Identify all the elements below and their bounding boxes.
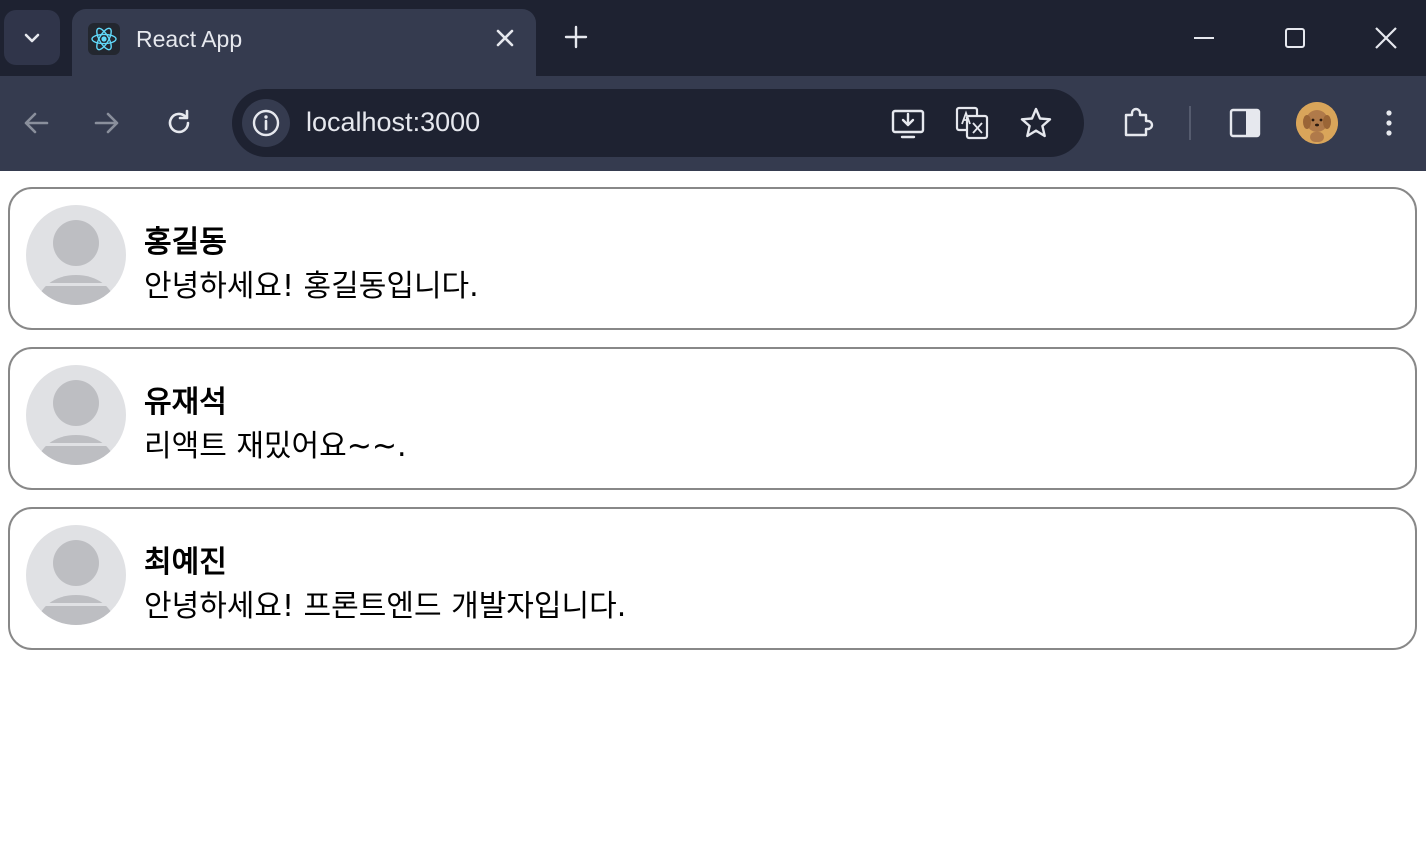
install-app-button[interactable]: [888, 103, 928, 143]
bookmark-button[interactable]: [1016, 103, 1056, 143]
star-icon: [1020, 107, 1052, 138]
side-panel-button[interactable]: [1225, 103, 1265, 143]
tab-title: React App: [136, 26, 243, 52]
maximize-icon: [1285, 28, 1305, 48]
tab-search-button[interactable]: [4, 10, 60, 65]
browser-toolbar: localhost:3000: [0, 76, 1426, 171]
tab-strip: React App: [0, 0, 1426, 76]
comment-author: 홍길동: [144, 225, 227, 260]
minimize-icon: [1194, 37, 1214, 39]
kebab-menu-icon: [1386, 110, 1392, 136]
url-text[interactable]: localhost:3000: [306, 107, 480, 138]
puzzle-icon: [1124, 107, 1154, 137]
site-info-button[interactable]: [242, 99, 290, 147]
close-icon: [1375, 27, 1397, 49]
info-icon: [252, 109, 280, 137]
comment-text: 리액트 재밌어요~~.: [144, 429, 407, 464]
page-content: 홍길동 안녕하세요! 홍길동입니다. 유재석 리액트 재밌어요~~. 최예진 안…: [0, 171, 1426, 856]
arrow-right-icon: [94, 112, 119, 134]
dog-avatar-icon: [1296, 102, 1338, 144]
reload-button[interactable]: [159, 103, 199, 143]
close-icon[interactable]: [492, 25, 518, 51]
plus-icon[interactable]: [560, 21, 592, 53]
comment-card: 홍길동 안녕하세요! 홍길동입니다.: [8, 187, 1417, 330]
comment-text: 안녕하세요! 홍길동입니다.: [144, 269, 479, 304]
maximize-button[interactable]: [1275, 18, 1315, 58]
address-bar[interactable]: localhost:3000: [232, 89, 1084, 157]
browser-tab-active[interactable]: React App: [72, 9, 536, 76]
chevron-down-icon: [24, 33, 40, 42]
translate-button[interactable]: [952, 103, 992, 143]
comment-card: 유재석 리액트 재밌어요~~.: [8, 347, 1417, 490]
forward-button[interactable]: [87, 103, 127, 143]
profile-avatar[interactable]: [1296, 102, 1338, 144]
user-avatar-icon: [26, 525, 126, 625]
close-window-button[interactable]: [1366, 18, 1406, 58]
arrow-left-icon: [24, 112, 49, 134]
react-logo-icon: [88, 23, 120, 55]
user-avatar-icon: [26, 205, 126, 305]
minimize-button[interactable]: [1184, 18, 1224, 58]
install-app-icon: [891, 109, 925, 139]
comment-text: 안녕하세요! 프론트엔드 개발자입니다.: [144, 589, 627, 624]
menu-button[interactable]: [1369, 103, 1409, 143]
translate-icon: [955, 106, 989, 140]
side-panel-icon: [1229, 108, 1261, 138]
toolbar-divider: [1189, 106, 1191, 140]
comment-author: 최예진: [144, 545, 227, 580]
comment-card: 최예진 안녕하세요! 프론트엔드 개발자입니다.: [8, 507, 1417, 650]
reload-icon: [168, 109, 190, 134]
back-button[interactable]: [16, 103, 56, 143]
user-avatar-icon: [26, 365, 126, 465]
extensions-button[interactable]: [1118, 103, 1158, 143]
comment-author: 유재석: [144, 385, 227, 420]
